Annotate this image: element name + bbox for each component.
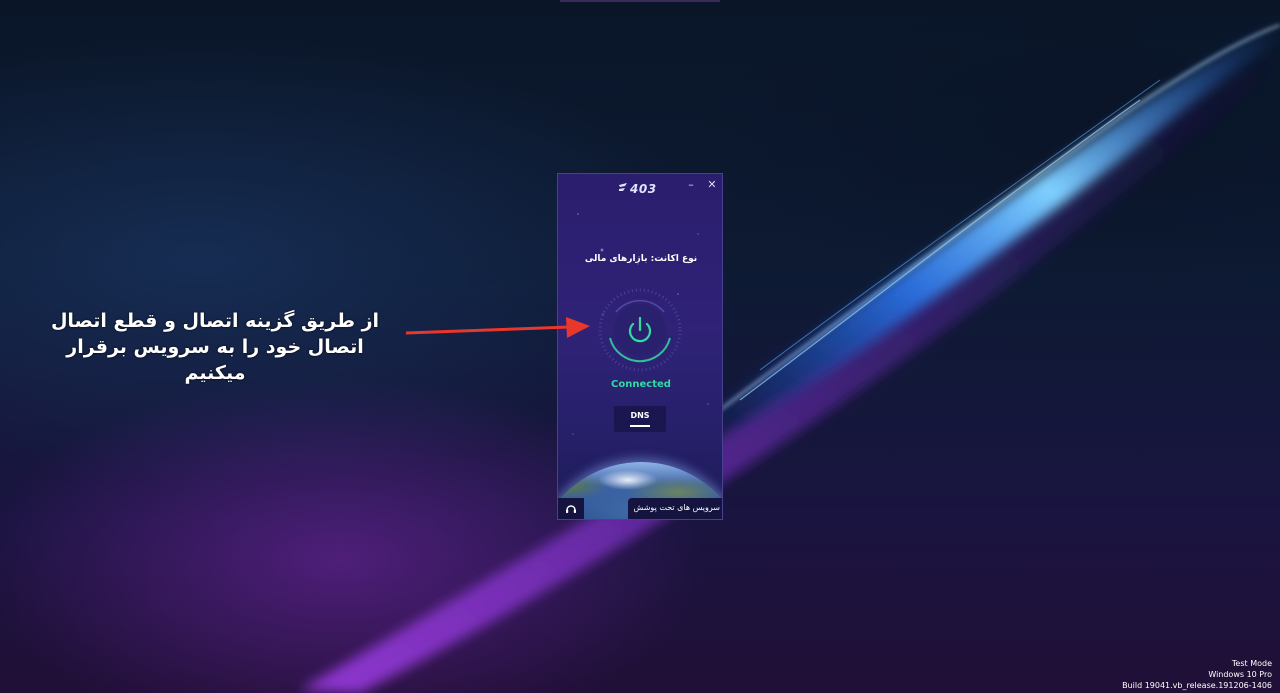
logo-text: 403 [630, 182, 657, 196]
minimize-button[interactable]: – [684, 178, 698, 192]
account-type-label: نوع اکانت: بازارهای مالی [584, 254, 698, 264]
covered-services-label: سرویس های تحت پوشش [633, 503, 720, 512]
power-ring [598, 288, 682, 372]
dns-label: DNS [630, 411, 650, 420]
connect-toggle-button[interactable] [598, 288, 682, 372]
close-button[interactable]: ✕ [705, 178, 719, 192]
annotation-arrow [405, 317, 590, 338]
desktop: 403 – ✕ نوع اکانت: بازارهای مالی Connect… [0, 0, 1280, 693]
support-button[interactable] [558, 498, 584, 519]
dns-button[interactable]: DNS [614, 406, 666, 432]
vpn-app-window: 403 – ✕ نوع اکانت: بازارهای مالی Connect… [557, 173, 723, 520]
top-edge-mark [560, 0, 720, 2]
logo-wing-icon [619, 183, 627, 191]
app-logo: 403 [618, 180, 657, 198]
dns-active-indicator [630, 425, 650, 427]
covered-services-button[interactable]: سرویس های تحت پوشش [628, 498, 722, 519]
windows-watermark: Test Mode Windows 10 Pro Build 19041.vb_… [972, 658, 1272, 691]
watermark-line-3: Build 19041.vb_release.191206-1406 [1122, 681, 1272, 690]
watermark-line-2: Windows 10 Pro [1208, 670, 1272, 679]
watermark-line-1: Test Mode [1231, 659, 1272, 668]
headset-icon [566, 505, 576, 513]
annotation-text: از طریق گزینه اتصال و قطع اتصال اتصال خو… [50, 310, 380, 384]
connection-status: Connected [611, 379, 671, 390]
